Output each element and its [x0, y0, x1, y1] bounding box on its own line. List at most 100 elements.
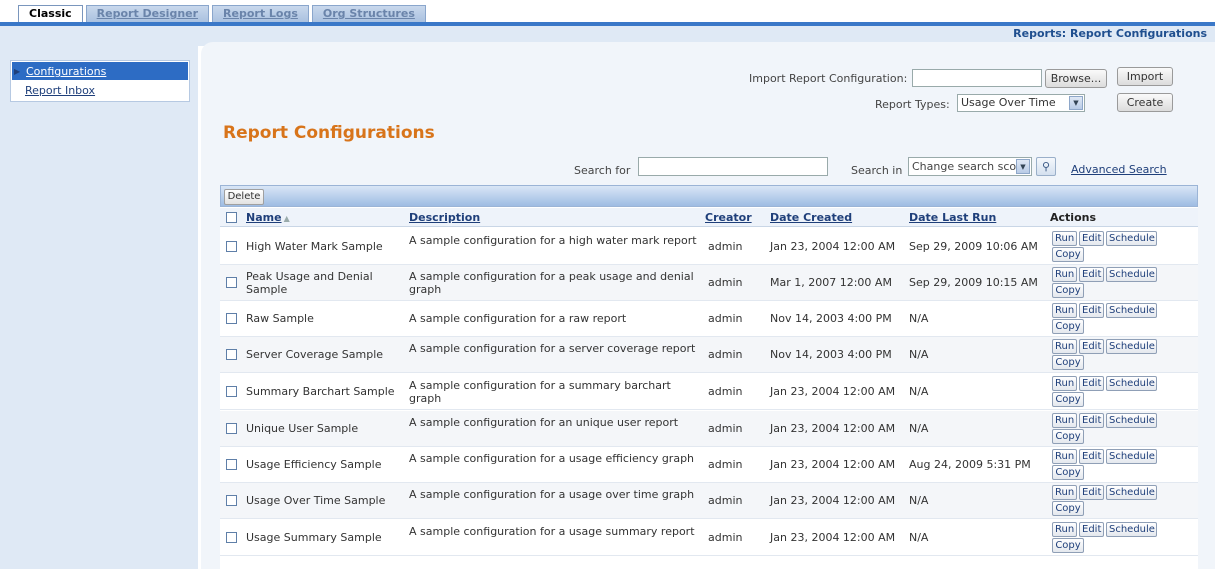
row-date-last-run: Sep 29, 2009 10:06 AM: [909, 240, 1038, 253]
column-header-date-last-run[interactable]: Date Last Run: [909, 211, 996, 224]
row-date-last-run: N/A: [909, 312, 929, 325]
report-types-select[interactable]: Usage Over Time ▼: [957, 94, 1085, 112]
column-header-label: Name: [246, 211, 282, 224]
row-checkbox[interactable]: [226, 241, 237, 252]
import-config-label: Import Report Configuration:: [749, 72, 908, 85]
edit-button[interactable]: Edit: [1079, 376, 1104, 391]
schedule-button[interactable]: Schedule: [1106, 485, 1157, 500]
row-description: A sample configuration for an unique use…: [409, 416, 679, 429]
sidebar-nav: ▶ Configurations Report Inbox: [10, 60, 190, 102]
schedule-button[interactable]: Schedule: [1106, 303, 1157, 318]
row-date-last-run: N/A: [909, 385, 929, 398]
schedule-button[interactable]: Schedule: [1106, 376, 1157, 391]
schedule-button[interactable]: Schedule: [1106, 339, 1157, 354]
edit-button[interactable]: Edit: [1079, 413, 1104, 428]
schedule-button[interactable]: Schedule: [1106, 413, 1157, 428]
top-tab-bar: Classic Report Designer Report Logs Org …: [0, 0, 1215, 24]
row-date-last-run: Aug 24, 2009 5:31 PM: [909, 458, 1031, 471]
run-button[interactable]: Run: [1052, 267, 1077, 282]
row-checkbox[interactable]: [226, 349, 237, 360]
row-date-last-run: N/A: [909, 422, 929, 435]
delete-button[interactable]: Delete: [224, 189, 264, 205]
edit-button[interactable]: Edit: [1079, 522, 1104, 537]
row-name: Raw Sample: [246, 312, 314, 325]
copy-button[interactable]: Copy: [1052, 501, 1084, 516]
search-scope-select[interactable]: Change search scope ▼: [908, 157, 1032, 176]
column-header-description[interactable]: Description: [409, 211, 480, 224]
edit-button[interactable]: Edit: [1079, 485, 1104, 500]
browse-button[interactable]: Browse...: [1045, 69, 1107, 88]
copy-button[interactable]: Copy: [1052, 392, 1084, 407]
edit-button[interactable]: Edit: [1079, 339, 1104, 354]
run-button[interactable]: Run: [1052, 522, 1077, 537]
search-for-label: Search for: [574, 164, 631, 177]
edit-button[interactable]: Edit: [1079, 267, 1104, 282]
row-date-created: Nov 14, 2003 4:00 PM: [770, 312, 892, 325]
edit-button[interactable]: Edit: [1079, 449, 1104, 464]
import-file-input[interactable]: [912, 69, 1042, 87]
row-checkbox[interactable]: [226, 423, 237, 434]
copy-button[interactable]: Copy: [1052, 247, 1084, 262]
tab-report-designer[interactable]: Report Designer: [85, 5, 210, 23]
row-creator: admin: [708, 494, 743, 507]
copy-button[interactable]: Copy: [1052, 429, 1084, 444]
copy-button[interactable]: Copy: [1052, 465, 1084, 480]
row-creator: admin: [708, 348, 743, 361]
table-row: Usage Over Time Sample A sample configura…: [220, 483, 1198, 519]
copy-button[interactable]: Copy: [1052, 355, 1084, 370]
row-date-last-run: N/A: [909, 494, 929, 507]
copy-button[interactable]: Copy: [1052, 283, 1084, 298]
run-button[interactable]: Run: [1052, 231, 1077, 246]
row-checkbox[interactable]: [226, 459, 237, 470]
run-button[interactable]: Run: [1052, 485, 1077, 500]
edit-button[interactable]: Edit: [1079, 231, 1104, 246]
row-name: Usage Summary Sample: [246, 531, 382, 544]
row-checkbox[interactable]: [226, 277, 237, 288]
triangle-right-icon: ▶: [14, 67, 21, 76]
import-button[interactable]: Import: [1117, 67, 1173, 86]
row-date-created: Nov 14, 2003 4:00 PM: [770, 348, 892, 361]
schedule-button[interactable]: Schedule: [1106, 449, 1157, 464]
row-checkbox[interactable]: [226, 495, 237, 506]
search-icon[interactable]: ⚲: [1036, 157, 1056, 176]
run-button[interactable]: Run: [1052, 413, 1077, 428]
report-types-label: Report Types:: [875, 98, 950, 111]
row-date-last-run: N/A: [909, 531, 929, 544]
run-button[interactable]: Run: [1052, 339, 1077, 354]
left-panel: [0, 46, 198, 569]
create-button[interactable]: Create: [1117, 93, 1173, 112]
table-row: Unique User Sample A sample configuration…: [220, 411, 1198, 447]
row-creator: admin: [708, 531, 743, 544]
schedule-button[interactable]: Schedule: [1106, 522, 1157, 537]
copy-button[interactable]: Copy: [1052, 538, 1084, 553]
schedule-button[interactable]: Schedule: [1106, 267, 1157, 282]
search-input[interactable]: [638, 157, 828, 176]
row-description: A sample configuration for a server cove…: [409, 342, 696, 355]
row-description: A sample configuration for a usage over …: [409, 488, 695, 501]
column-header-date-created[interactable]: Date Created: [770, 211, 852, 224]
tab-org-structures[interactable]: Org Structures: [311, 5, 426, 23]
row-checkbox[interactable]: [226, 313, 237, 324]
column-header-name[interactable]: Name ▲: [246, 211, 290, 224]
chevron-down-icon: ▼: [1016, 159, 1030, 174]
row-description: A sample configuration for a summary bar…: [409, 379, 671, 405]
edit-button[interactable]: Edit: [1079, 303, 1104, 318]
sidebar-item-report-inbox[interactable]: Report Inbox: [11, 81, 189, 100]
column-header-creator[interactable]: Creator: [705, 211, 752, 224]
column-header-actions: Actions: [1050, 211, 1096, 224]
run-button[interactable]: Run: [1052, 303, 1077, 318]
run-button[interactable]: Run: [1052, 449, 1077, 464]
tab-report-logs[interactable]: Report Logs: [212, 5, 309, 23]
sidebar-item-configurations[interactable]: ▶ Configurations: [12, 62, 188, 80]
select-all-checkbox[interactable]: [226, 212, 237, 223]
copy-button[interactable]: Copy: [1052, 319, 1084, 334]
table-row: Raw Sample A sample configuration for a r…: [220, 301, 1198, 337]
grid-toolbar: Delete: [220, 185, 1198, 207]
row-checkbox[interactable]: [226, 532, 237, 543]
table-row: High Water Mark Sample A sample configura…: [220, 229, 1198, 265]
schedule-button[interactable]: Schedule: [1106, 231, 1157, 246]
run-button[interactable]: Run: [1052, 376, 1077, 391]
advanced-search-link[interactable]: Advanced Search: [1071, 163, 1167, 176]
grid-header: Name ▲ Description Creator Date Created D…: [220, 208, 1198, 227]
row-checkbox[interactable]: [226, 386, 237, 397]
